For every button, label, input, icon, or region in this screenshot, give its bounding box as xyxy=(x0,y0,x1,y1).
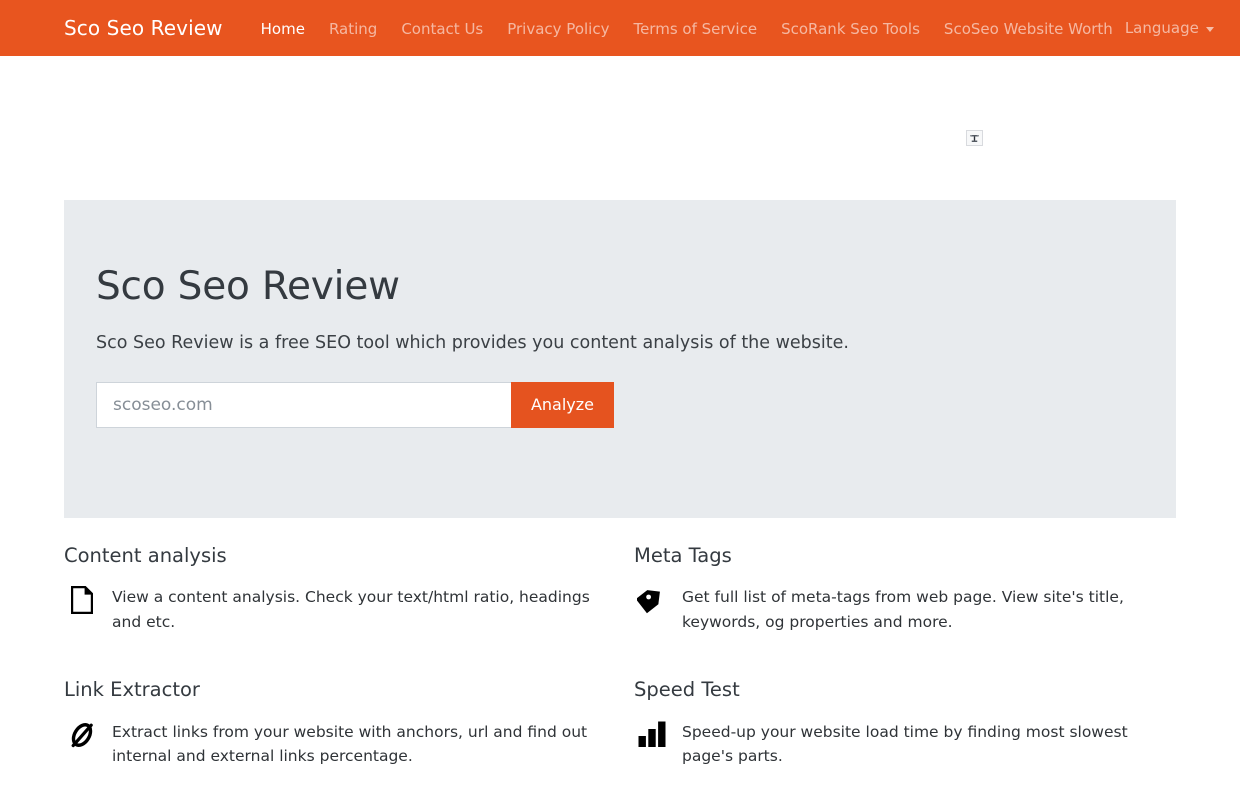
feature-description: Speed-up your website load time by findi… xyxy=(682,722,1128,766)
feature-website-review: Website Review xyxy=(634,769,1176,800)
broken-image-icon xyxy=(966,130,983,146)
tag-icon xyxy=(636,584,668,616)
features-grid: Content analysis View a content analysis… xyxy=(64,518,1176,800)
nav-item-contact-us: Contact Us xyxy=(389,19,495,38)
nav-item-scorank-seo-tools: ScoRank Seo Tools xyxy=(769,19,932,38)
feature-meta-tags: Meta Tags Get full list of meta-tags fro… xyxy=(634,544,1176,634)
hero-jumbotron: Sco Seo Review Sco Seo Review is a free … xyxy=(64,200,1176,518)
main-navbar: Sco Seo Review Home Rating Contact Us Pr… xyxy=(0,0,1240,56)
feature-content-analysis: Content analysis View a content analysis… xyxy=(64,544,634,634)
url-search-input[interactable] xyxy=(96,381,511,428)
ad-banner-area xyxy=(0,56,1240,200)
brand-logo[interactable]: Sco Seo Review xyxy=(64,18,223,38)
language-dropdown-label: Language xyxy=(1124,18,1199,37)
feature-title: Speed Test xyxy=(634,678,740,702)
analyze-form: Analyze xyxy=(96,381,614,428)
feature-body: View a content analysis. Check your text… xyxy=(64,584,616,634)
page-title: Sco Seo Review xyxy=(96,264,400,309)
nav-item-terms-of-service: Terms of Service xyxy=(621,19,769,38)
document-icon xyxy=(66,584,98,615)
feature-link-extractor: Link Extractor Extract links from your w… xyxy=(64,634,634,768)
feature-body: Extract links from your website with anc… xyxy=(64,719,616,769)
analyze-button[interactable]: Analyze xyxy=(510,381,614,428)
feature-speed-test: Speed Test Speed-up your website load ti… xyxy=(634,634,1176,768)
primary-nav: Home Rating Contact Us Privacy Policy Te… xyxy=(249,19,1125,38)
nav-link-contact-us[interactable]: Contact Us xyxy=(389,21,495,37)
bar-chart-icon xyxy=(636,719,668,747)
nav-item-home: Home xyxy=(249,19,317,38)
nav-item-scoseo-website-worth: ScoSeo Website Worth xyxy=(932,19,1125,38)
nav-link-terms-of-service[interactable]: Terms of Service xyxy=(621,21,769,37)
feature-get-advice: Get Advice xyxy=(64,769,634,800)
feature-body: Get full list of meta-tags from web page… xyxy=(634,584,1158,634)
nav-link-scorank-seo-tools[interactable]: ScoRank Seo Tools xyxy=(769,21,932,37)
nav-link-privacy-policy[interactable]: Privacy Policy xyxy=(495,21,621,37)
nav-link-scoseo-website-worth[interactable]: ScoSeo Website Worth xyxy=(932,21,1125,37)
nav-link-rating[interactable]: Rating xyxy=(317,21,389,37)
language-dropdown-toggle[interactable]: Language xyxy=(1124,18,1214,37)
nav-link-home[interactable]: Home xyxy=(249,21,317,37)
feature-description: Get full list of meta-tags from web page… xyxy=(682,588,1124,631)
feature-description: Extract links from your website with anc… xyxy=(112,722,588,766)
feature-description: View a content analysis. Check your text… xyxy=(112,588,590,631)
feature-title: Content analysis xyxy=(64,544,227,567)
nav-item-privacy-policy: Privacy Policy xyxy=(495,19,621,38)
feature-body: Speed-up your website load time by findi… xyxy=(634,719,1158,769)
feature-title: Link Extractor xyxy=(64,678,200,702)
feature-title: Meta Tags xyxy=(634,544,732,567)
chevron-down-icon xyxy=(1205,26,1214,32)
hero-subtitle: Sco Seo Review is a free SEO tool which … xyxy=(96,333,849,354)
navbar-right: Language xyxy=(1124,18,1222,37)
nav-item-rating: Rating xyxy=(317,19,389,38)
link-icon xyxy=(66,719,98,749)
